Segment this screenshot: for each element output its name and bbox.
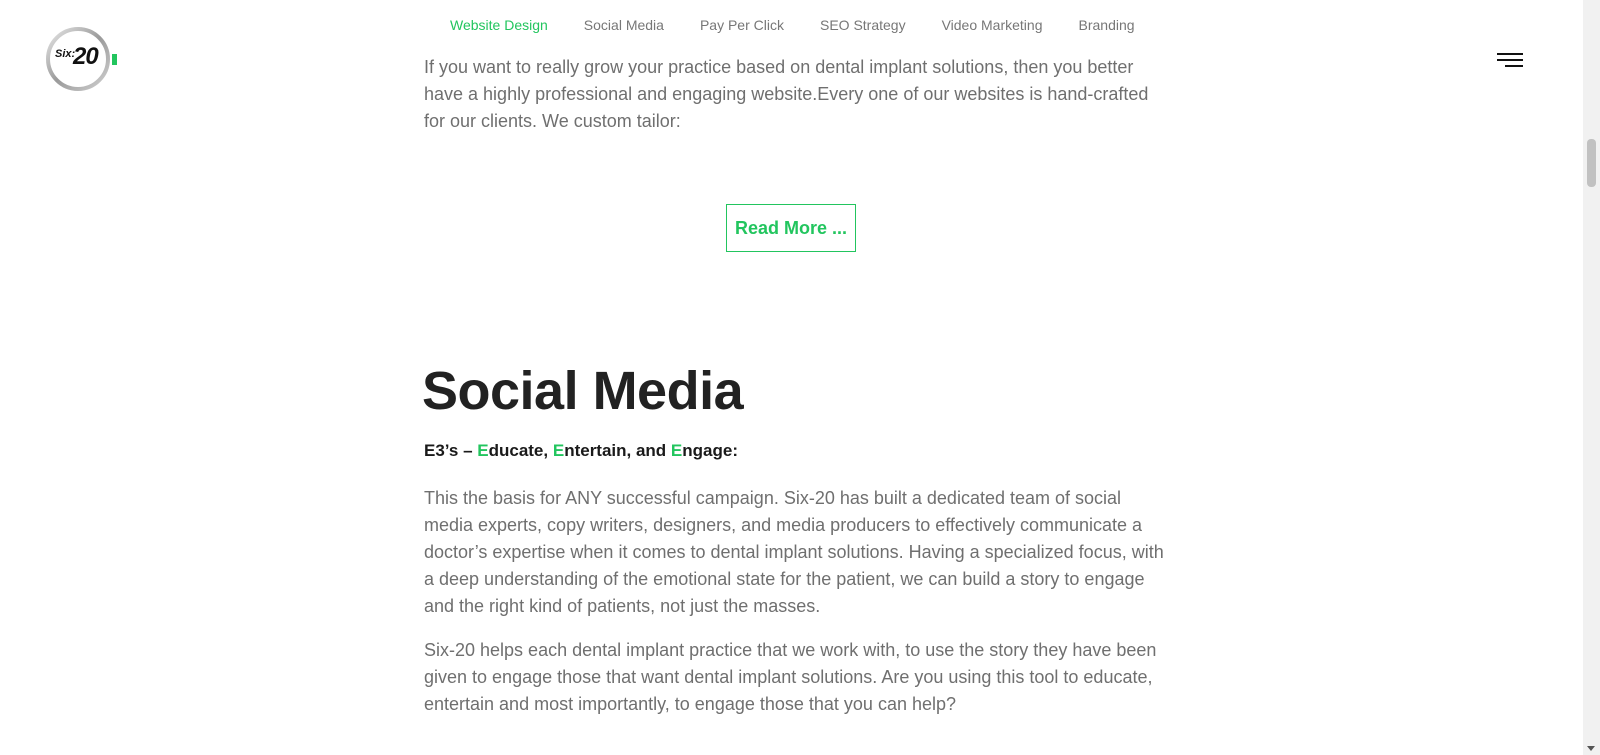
subnav-branding[interactable]: Branding — [1079, 17, 1135, 33]
subheading-e1: E — [477, 441, 489, 460]
menu-line — [1497, 59, 1523, 61]
menu-icon[interactable] — [1497, 51, 1523, 69]
website-design-section: If you want to really grow your practice… — [424, 54, 1164, 135]
service-subnav: Website Design Social Media Pay Per Clic… — [450, 17, 1171, 33]
scroll-down-arrow-icon[interactable] — [1587, 746, 1595, 751]
subnav-social-media[interactable]: Social Media — [584, 17, 664, 33]
subheading-e3: E — [670, 441, 683, 460]
scrollbar-thumb[interactable] — [1587, 139, 1596, 187]
social-media-paragraph-2-wrap: Six-20 helps each dental implant practic… — [424, 637, 1164, 718]
menu-line — [1497, 53, 1523, 55]
website-design-paragraph: If you want to really grow your practice… — [424, 57, 1149, 131]
subheading-prefix: E3’s – — [424, 441, 478, 460]
read-more-button[interactable]: Read More ... — [726, 204, 856, 252]
social-media-paragraph-1-wrap: This the basis for ANY successful campai… — [424, 485, 1164, 620]
logo-text-big: 20 — [73, 43, 99, 70]
social-media-paragraph-1: This the basis for ANY successful campai… — [424, 488, 1164, 616]
vertical-scrollbar[interactable] — [1583, 0, 1600, 755]
menu-line — [1505, 65, 1523, 67]
social-media-paragraph-2: Six-20 helps each dental implant practic… — [424, 640, 1157, 714]
subheading-w1: ducate, — [488, 441, 553, 460]
subnav-pay-per-click[interactable]: Pay Per Click — [700, 17, 784, 33]
page: Six: 20 Website Design Social Media Pay … — [0, 0, 1600, 755]
subnav-seo-strategy[interactable]: SEO Strategy — [820, 17, 906, 33]
logo[interactable]: Six: 20 — [45, 26, 123, 92]
section-subheading: E3’s – Educate, Entertain, and Engage: — [424, 441, 738, 461]
subnav-website-design[interactable]: Website Design — [450, 17, 548, 33]
subheading-e2: E — [552, 441, 565, 460]
subnav-video-marketing[interactable]: Video Marketing — [942, 17, 1043, 33]
section-heading: Social Media — [422, 361, 744, 421]
subheading-w3: ngage: — [682, 441, 738, 460]
subheading-w2: ntertain, and — [564, 441, 671, 460]
